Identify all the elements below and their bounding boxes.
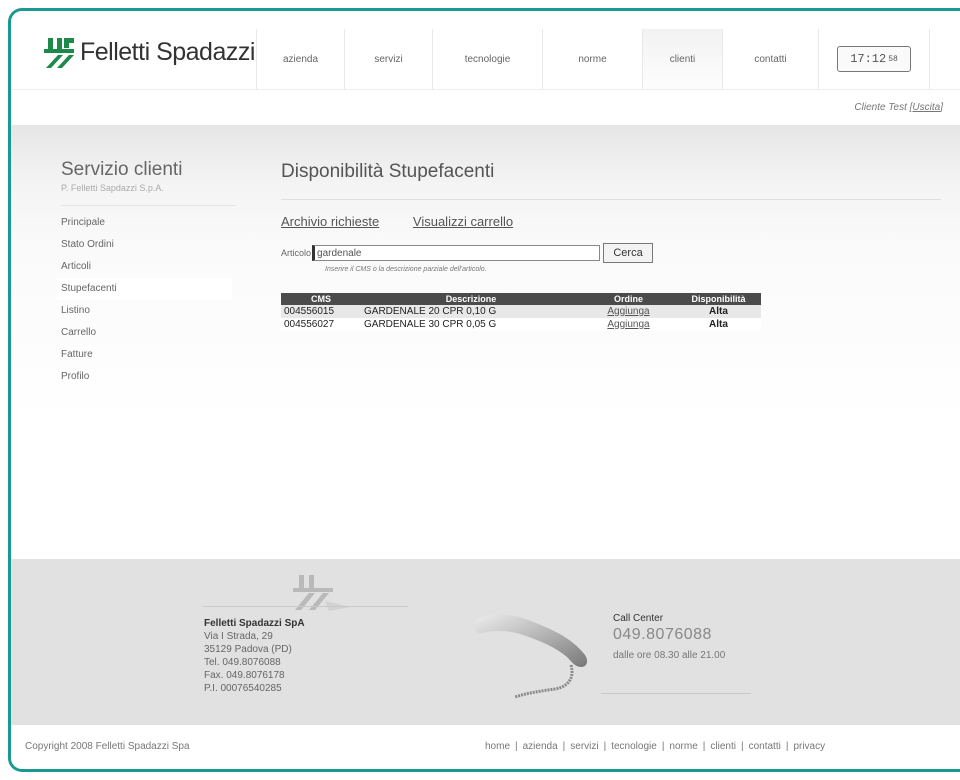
- user-name: Cliente Test: [854, 102, 907, 113]
- search-input[interactable]: [312, 245, 601, 261]
- company-phone: Tel. 049.8076088: [204, 657, 281, 668]
- sidebar-title: Servizio clienti: [61, 159, 183, 180]
- bottom-bar: Copyright 2008 Felletti Spadazzi Spa hom…: [11, 725, 960, 769]
- company-info: Felletti Spadazzi SpA Via I Strada, 29 3…: [204, 617, 305, 695]
- search-row: Articolo Cerca: [281, 243, 941, 263]
- content-area: Servizio clienti P. Felletti Sapdazzi S.…: [11, 125, 960, 559]
- search-button[interactable]: Cerca: [603, 243, 654, 263]
- footer: Felletti Spadazzi SpA Via I Strada, 29 3…: [11, 559, 960, 725]
- sidebar-item-principale[interactable]: Principale: [61, 212, 236, 234]
- footer-link-azienda[interactable]: azienda: [523, 741, 558, 752]
- archive-requests-link[interactable]: Archivio richieste: [281, 214, 379, 229]
- sidebar: Servizio clienti P. Felletti Sapdazzi S.…: [57, 159, 236, 388]
- link-separator: |: [515, 741, 518, 752]
- sidebar-item-listino[interactable]: Listino: [61, 300, 236, 322]
- page-frame: Felletti Spadazzi azienda servizi tecnolog…: [8, 8, 960, 772]
- sidebar-item-articoli[interactable]: Articoli: [61, 256, 236, 278]
- sidebar-item-carrello[interactable]: Carrello: [61, 322, 236, 344]
- company-address-line2: 35129 Padova (PD): [204, 644, 292, 655]
- call-center-title: Call Center: [613, 613, 664, 624]
- link-separator: |: [661, 741, 665, 752]
- cell-description: GARDENALE 30 CPR 0,05 G: [361, 318, 581, 331]
- copyright: Copyright 2008 Felletti Spadazzi Spa: [25, 741, 190, 752]
- footer-link-tecnologie[interactable]: tecnologie: [611, 741, 657, 752]
- cell-cms: 004556027: [281, 318, 361, 331]
- footer-link-privacy[interactable]: privacy: [793, 741, 825, 752]
- page-title: Disponibilità Stupefacenti: [281, 161, 495, 182]
- footer-link-servizi[interactable]: servizi: [570, 741, 598, 752]
- main-nav: azienda servizi tecnologie norme clienti cont…: [256, 29, 930, 89]
- company-address-line1: Via I Strada, 29: [204, 631, 273, 642]
- nav-item-azienda[interactable]: azienda: [256, 29, 344, 89]
- link-separator: |: [603, 741, 607, 752]
- view-cart-link[interactable]: Visualizzi carrello: [413, 214, 513, 229]
- link-separator: |: [740, 741, 744, 752]
- company-fax: Fax. 049.8076178: [204, 670, 285, 681]
- clock-seconds: 58: [888, 54, 898, 64]
- footer-link-clienti[interactable]: clienti: [710, 741, 736, 752]
- link-separator: |: [785, 741, 789, 752]
- link-separator: |: [562, 741, 566, 752]
- sidebar-subtitle: P. Felletti Sapdazzi S.p.A.: [61, 183, 164, 193]
- clock-container: 17:12 58: [818, 29, 930, 89]
- user-info: Cliente Test [Uscita]: [854, 102, 943, 113]
- table-row: 004556027 GARDENALE 30 CPR 0,05 G Aggiun…: [281, 318, 761, 331]
- user-bar: Cliente Test [Uscita]: [11, 89, 960, 125]
- logout-link[interactable]: Uscita: [912, 102, 940, 113]
- sidebar-divider: [61, 205, 236, 206]
- sidebar-item-stato-ordini[interactable]: Stato Ordini: [61, 234, 236, 256]
- add-to-order-link[interactable]: Aggiunga: [607, 306, 649, 317]
- nav-item-clienti[interactable]: clienti: [642, 29, 722, 89]
- footer-link-contatti[interactable]: contatti: [749, 741, 781, 752]
- table-row: 004556015 GARDENALE 20 CPR 0,10 G Aggiun…: [281, 305, 761, 318]
- footer-link-norme[interactable]: norme: [669, 741, 697, 752]
- clock: 17:12 58: [837, 46, 911, 72]
- sidebar-menu: Principale Stato Ordini Articoli Stupefacen…: [57, 212, 236, 388]
- sidebar-item-profilo[interactable]: Profilo: [61, 366, 236, 388]
- telephone-icon: [474, 613, 588, 699]
- footer-link-home[interactable]: home: [485, 741, 510, 752]
- add-to-order-link[interactable]: Aggiunga: [607, 319, 649, 330]
- nav-item-norme[interactable]: norme: [542, 29, 642, 89]
- call-center-hours: dalle ore 08.30 alle 21.00: [613, 650, 726, 661]
- call-center: Call Center 049.8076088 dalle ore 08.30 …: [613, 613, 725, 661]
- call-center-number: 049.8076088: [613, 626, 712, 643]
- table-header-row: CMS Descrizione Ordine Disponibilità: [281, 293, 761, 305]
- results-table: CMS Descrizione Ordine Disponibilità 004…: [281, 293, 761, 331]
- header-cms: CMS: [281, 293, 361, 305]
- action-links: Archivio richieste Visualizzi carrello: [281, 214, 941, 229]
- sidebar-item-stupefacenti[interactable]: Stupefacenti: [57, 278, 232, 300]
- nav-item-contatti[interactable]: contatti: [722, 29, 818, 89]
- footer-links: home | azienda | servizi | tecnologie | norme | cl…: [485, 741, 825, 752]
- cell-availability: Alta: [676, 318, 761, 331]
- cell-description: GARDENALE 20 CPR 0,10 G: [361, 305, 581, 318]
- company-vat: P.I. 00076540285: [204, 683, 282, 694]
- nav-item-tecnologie[interactable]: tecnologie: [432, 29, 542, 89]
- company-name: Felletti Spadazzi SpA: [204, 618, 305, 629]
- header-order: Ordine: [581, 293, 676, 305]
- nav-item-servizi[interactable]: servizi: [344, 29, 432, 89]
- sidebar-item-fatture[interactable]: Fatture: [61, 344, 236, 366]
- clock-time: 17:12: [850, 52, 887, 66]
- logo-mark-icon: [44, 38, 74, 68]
- brand-name: Felletti Spadazzi: [80, 37, 255, 66]
- footer-divider: [203, 606, 408, 607]
- brand-logo[interactable]: Felletti Spadazzi: [44, 35, 255, 69]
- header: Felletti Spadazzi azienda servizi tecnolog…: [11, 11, 960, 89]
- footer-logo-icon: [293, 575, 351, 611]
- title-divider: [281, 199, 941, 200]
- header-availability: Disponibilità: [676, 293, 761, 305]
- link-separator: |: [702, 741, 706, 752]
- cell-availability: Alta: [676, 305, 761, 318]
- search-label: Articolo: [281, 248, 312, 258]
- cell-cms: 004556015: [281, 305, 361, 318]
- main-panel: Disponibilità Stupefacenti Archivio rich…: [281, 161, 941, 331]
- search-hint: Inserire il CMS o la descrizione parzial…: [325, 266, 487, 273]
- header-description: Descrizione: [361, 293, 581, 305]
- call-center-divider: [601, 693, 751, 694]
